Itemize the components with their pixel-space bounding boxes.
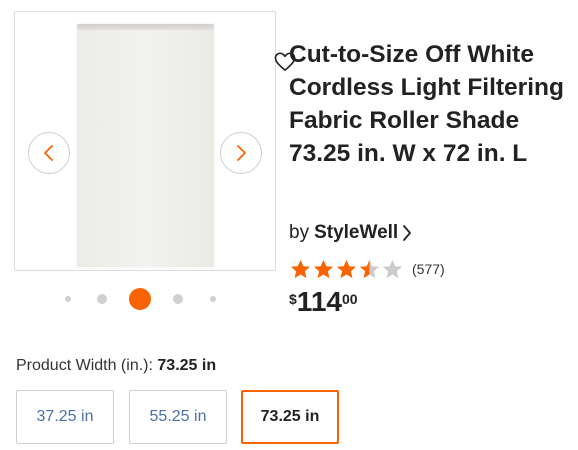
carousel-dot[interactable] bbox=[173, 294, 183, 304]
product-title: Cut-to-Size Off White Cordless Light Fil… bbox=[289, 41, 564, 167]
review-count: (577) bbox=[412, 261, 445, 277]
brand-name: StyleWell bbox=[314, 222, 399, 243]
carousel-dot[interactable] bbox=[65, 296, 71, 302]
brand-link[interactable]: by StyleWell bbox=[289, 222, 412, 244]
chevron-right-icon bbox=[403, 225, 412, 241]
previous-image-button[interactable] bbox=[28, 132, 70, 174]
brand-prefix: by bbox=[289, 222, 310, 243]
carousel-dot[interactable] bbox=[210, 296, 216, 302]
width-selector-label: Product Width (in.): 73.25 in bbox=[16, 357, 216, 375]
carousel-dots bbox=[60, 288, 220, 310]
price-cents: 00 bbox=[341, 291, 358, 307]
product-image-gallery bbox=[14, 11, 296, 271]
star-icon bbox=[382, 259, 403, 279]
width-label-text: Product Width (in.): bbox=[16, 357, 153, 374]
price: $ 114 00 bbox=[289, 286, 358, 318]
price-currency: $ bbox=[289, 291, 297, 307]
width-option-selected[interactable]: 73.25 in bbox=[241, 390, 339, 444]
price-dollars: 114 bbox=[296, 286, 342, 317]
chevron-left-icon bbox=[44, 145, 53, 161]
next-image-button[interactable] bbox=[220, 132, 262, 174]
carousel-dot-active[interactable] bbox=[129, 288, 151, 310]
width-option[interactable]: 37.25 in bbox=[16, 390, 114, 444]
width-selected-value: 73.25 in bbox=[157, 357, 217, 374]
star-icon bbox=[313, 259, 334, 279]
width-option[interactable]: 55.25 in bbox=[129, 390, 227, 444]
rating-summary[interactable]: (577) bbox=[289, 258, 445, 280]
shade-rail bbox=[77, 24, 214, 30]
star-icon bbox=[290, 259, 311, 279]
product-image[interactable] bbox=[77, 24, 296, 267]
chevron-right-icon bbox=[237, 145, 246, 161]
star-rating bbox=[289, 258, 404, 280]
carousel-dot[interactable] bbox=[97, 294, 107, 304]
star-icon bbox=[336, 259, 357, 279]
star-icon bbox=[359, 259, 380, 279]
